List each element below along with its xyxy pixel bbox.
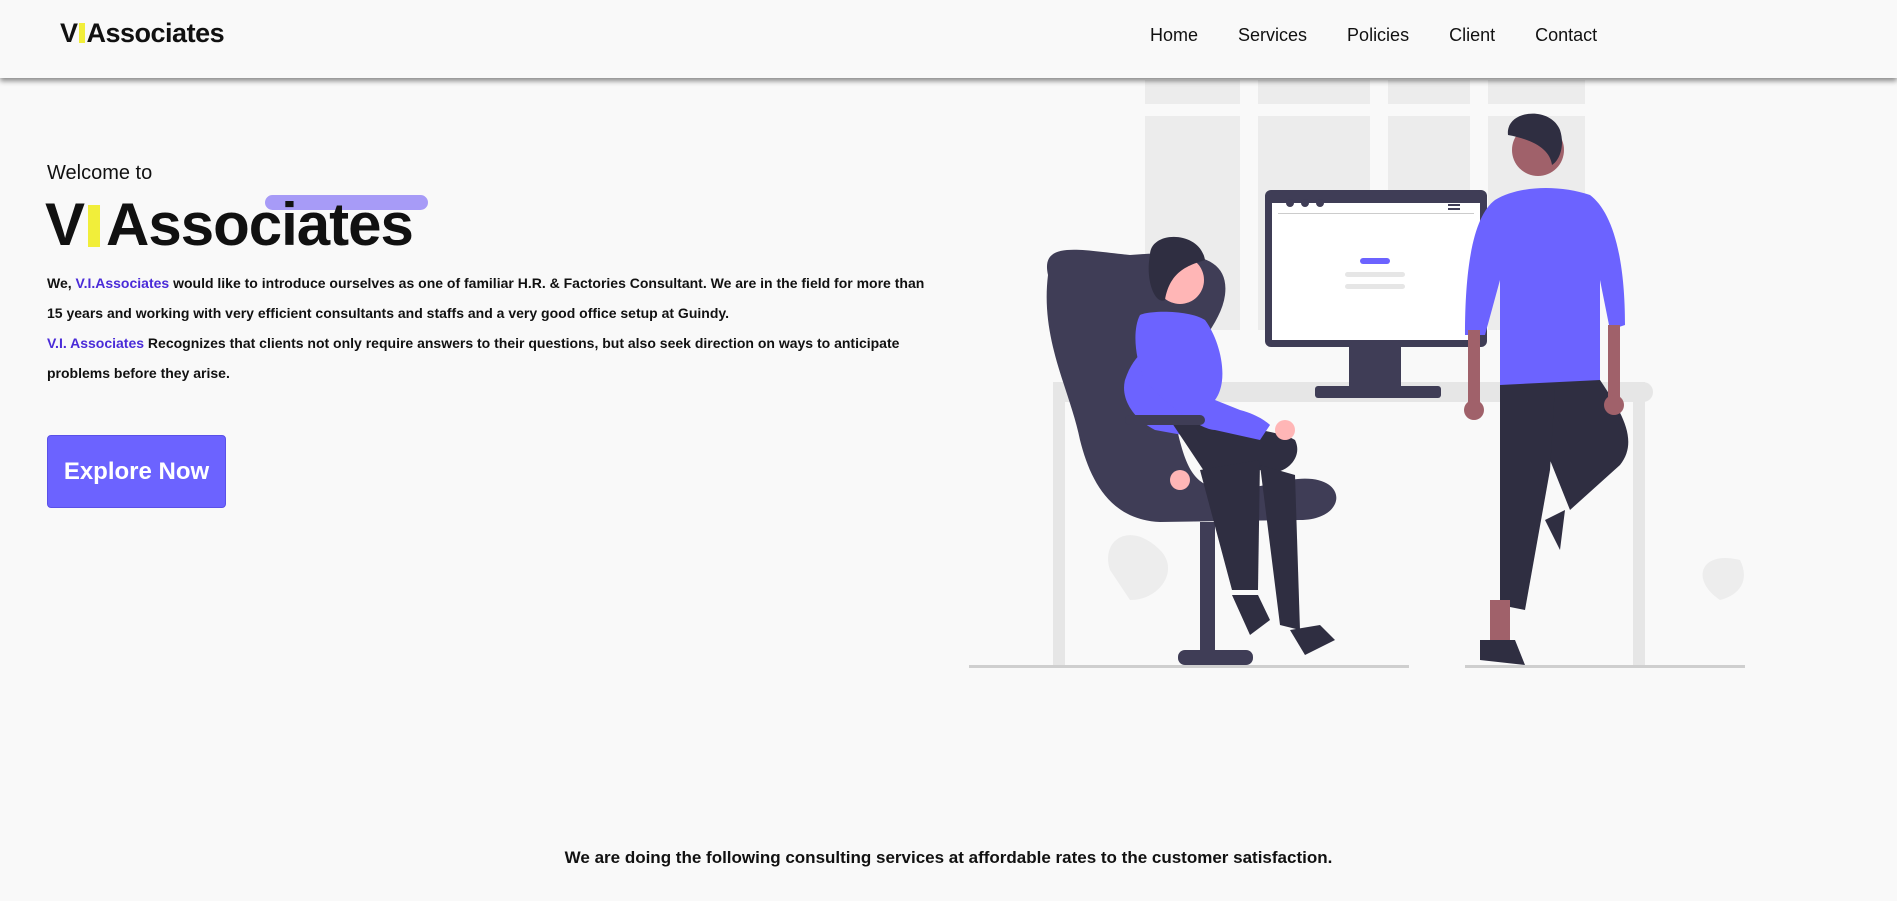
intro-text: We, V.I.Associates would like to introdu… [47,268,927,388]
intro-p2-link: V.I. Associates [47,335,145,351]
logo-yellow-bar [78,23,85,43]
services-tagline: We are doing the following consulting se… [564,848,1333,867]
nav-contact[interactable]: Contact [1535,25,1597,46]
site-logo[interactable]: V Associates [60,18,225,49]
site-header: V Associates Home Services Policies Clien… [0,0,1897,78]
explore-now-button[interactable]: Explore Now [47,435,226,508]
nav-home[interactable]: Home [1150,25,1198,46]
hero-title-suffix: Associates [106,191,414,258]
hero-title: V Associates [45,190,414,260]
intro-p1-end: would like to introduce ourselves as one… [47,275,925,321]
nav-policies[interactable]: Policies [1347,25,1409,46]
welcome-text: Welcome to [47,162,153,184]
intro-p1-link: V.I.Associates [75,275,170,291]
nav-client[interactable]: Client [1449,25,1495,46]
office-illustration [969,80,1745,668]
title-yellow-bar [88,205,101,247]
nav-services[interactable]: Services [1238,25,1307,46]
logo-suffix: Associates [86,18,225,48]
hero-title-prefix: V [45,191,85,258]
main-nav: Home Services Policies Client Contact [1150,25,1597,46]
logo-prefix: V [60,18,78,48]
intro-p1-start: We, [47,275,76,291]
intro-p2-end: Recognizes that clients not only require… [47,335,900,381]
